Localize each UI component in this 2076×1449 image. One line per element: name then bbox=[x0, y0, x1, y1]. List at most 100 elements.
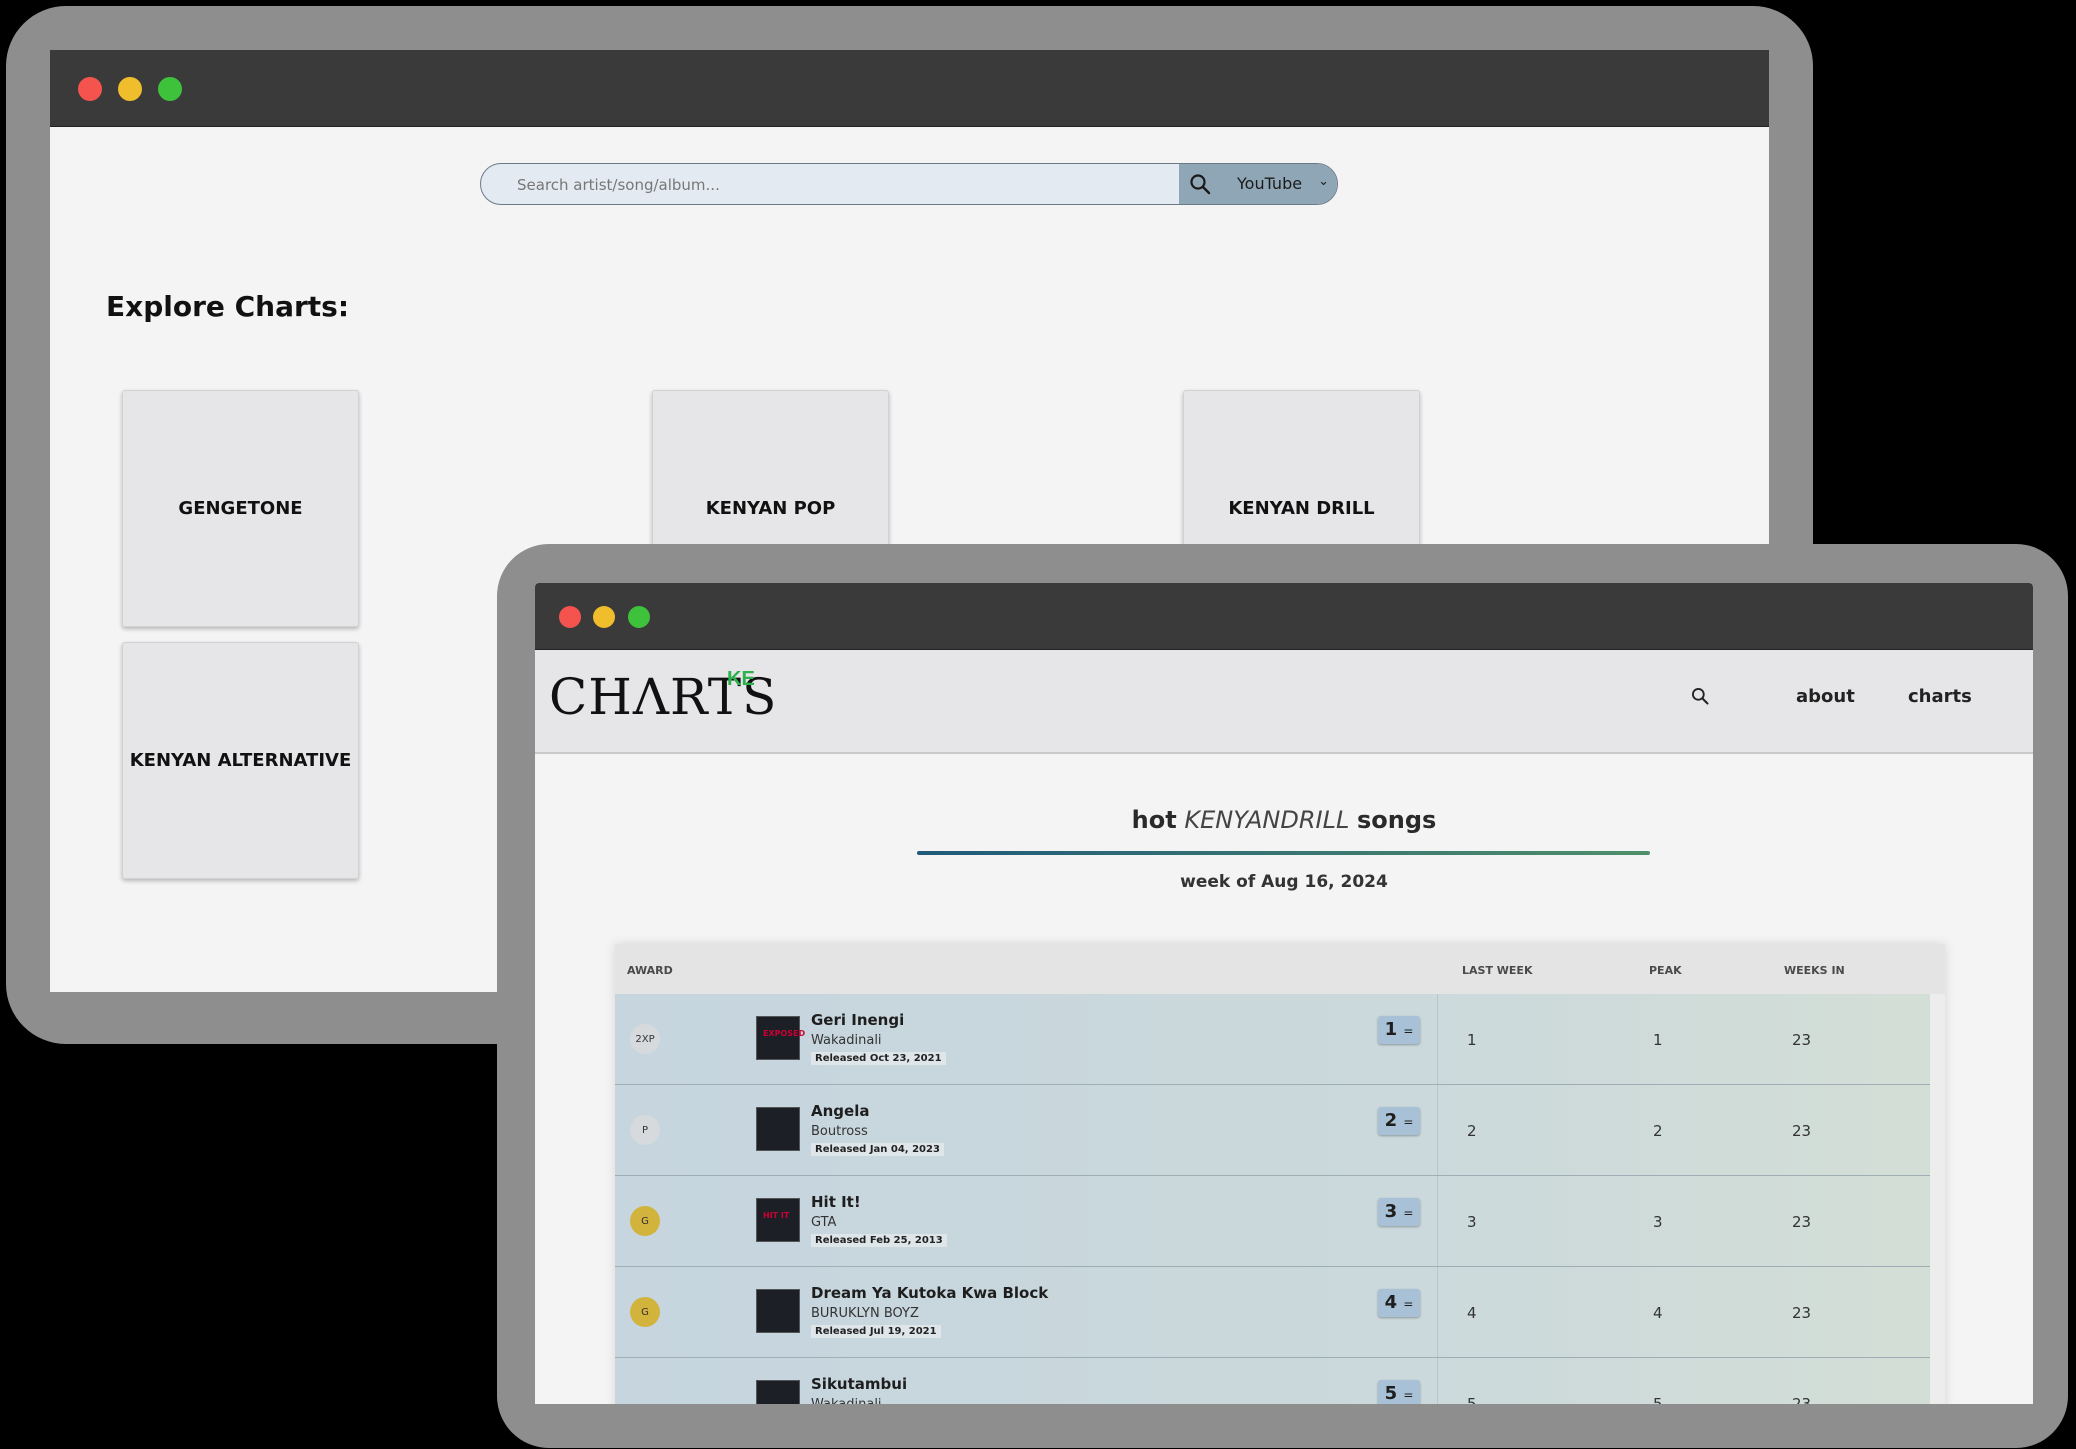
table-row[interactable]: P Angela Boutross Released Jan 04, 2023 2 = 2… bbox=[615, 1085, 1930, 1176]
chart-table: AWARD LAST WEEK PEAK WEEKS IN 2XP EXPOSED… bbox=[615, 944, 1945, 1404]
song-artist[interactable]: BURUKLYN BOYZ bbox=[811, 1306, 919, 1321]
award-badge bbox=[630, 1388, 660, 1404]
song-artist[interactable]: GTA bbox=[811, 1215, 836, 1230]
search-controls: YouTube ⌄ bbox=[1179, 164, 1337, 204]
release-date: Released Feb 25, 2013 bbox=[811, 1234, 947, 1247]
peak-value: 3 bbox=[1653, 1213, 1663, 1231]
close-button[interactable] bbox=[559, 606, 581, 628]
nav-charts[interactable]: charts bbox=[1908, 686, 1972, 707]
last-week-value: 1 bbox=[1467, 1031, 1477, 1049]
column-divider bbox=[1437, 1358, 1438, 1404]
search-icon[interactable] bbox=[1690, 686, 1710, 706]
album-cover[interactable]: HIT IT bbox=[756, 1198, 800, 1242]
chart-card-kenyan-alternative[interactable]: KENYAN ALTERNATIVE bbox=[122, 642, 359, 879]
header-peak: PEAK bbox=[1649, 964, 1682, 977]
release-date: Released Jul 19, 2021 bbox=[811, 1325, 941, 1338]
column-divider bbox=[1437, 1176, 1438, 1266]
chart-week: week of Aug 16, 2024 bbox=[1180, 872, 1388, 892]
site-navbar: CHΛRTS KE about charts bbox=[535, 650, 2033, 754]
award-badge: G bbox=[630, 1297, 660, 1327]
column-divider bbox=[1437, 994, 1438, 1084]
rank-number: 3 bbox=[1384, 1201, 1398, 1222]
rank-badge: 3 = bbox=[1378, 1198, 1420, 1226]
weeks-in-value: 23 bbox=[1792, 1122, 1812, 1140]
last-week-value: 5 bbox=[1467, 1395, 1477, 1404]
maximize-button[interactable] bbox=[628, 606, 650, 628]
cover-text: EXPOSED bbox=[763, 1029, 806, 1038]
award-badge: 2XP bbox=[630, 1024, 660, 1054]
rank-move: = bbox=[1403, 1024, 1414, 1038]
song-title[interactable]: Angela bbox=[811, 1102, 869, 1120]
rank-number: 5 bbox=[1384, 1383, 1398, 1404]
song-title[interactable]: Geri Inengi bbox=[811, 1011, 904, 1029]
peak-value: 5 bbox=[1653, 1395, 1663, 1404]
release-date: Released Oct 23, 2021 bbox=[811, 1052, 946, 1065]
minimize-button[interactable] bbox=[593, 606, 615, 628]
chart-card-gengetone[interactable]: GENGETONE bbox=[122, 390, 359, 627]
rank-move: = bbox=[1403, 1115, 1414, 1129]
logo-superscript: KE bbox=[727, 668, 755, 690]
release-date: Released Jan 04, 2023 bbox=[811, 1143, 944, 1156]
album-cover[interactable] bbox=[756, 1289, 800, 1333]
award-badge: G bbox=[630, 1206, 660, 1236]
song-title[interactable]: Dream Ya Kutoka Kwa Block bbox=[811, 1284, 1048, 1302]
close-button[interactable] bbox=[78, 77, 102, 101]
cover-text: HIT IT bbox=[763, 1211, 790, 1220]
chart-page: hot KENYANDRILL songs week of Aug 16, 20… bbox=[535, 754, 2033, 1404]
song-artist[interactable]: Wakadinali bbox=[811, 1397, 882, 1404]
album-cover[interactable] bbox=[756, 1380, 800, 1404]
rank-badge: 5 = bbox=[1378, 1380, 1420, 1404]
song-artist[interactable]: Wakadinali bbox=[811, 1033, 882, 1048]
peak-value: 2 bbox=[1653, 1122, 1663, 1140]
table-row[interactable]: 2XP EXPOSED Geri Inengi Wakadinali Released … bbox=[615, 994, 1930, 1085]
chevron-down-icon[interactable]: ⌄ bbox=[1318, 174, 1329, 189]
column-divider bbox=[1437, 1267, 1438, 1357]
heading-prefix: hot bbox=[1131, 806, 1177, 834]
header-last-week: LAST WEEK bbox=[1462, 964, 1533, 977]
page-title: hot KENYANDRILL songs bbox=[535, 806, 2033, 834]
weeks-in-value: 23 bbox=[1792, 1304, 1812, 1322]
charts-ke-logo[interactable]: CHΛRTS KE bbox=[549, 668, 777, 726]
column-divider bbox=[1437, 1085, 1438, 1175]
back-window-titlebar bbox=[50, 50, 1769, 127]
search-icon[interactable] bbox=[1187, 172, 1213, 196]
front-window-titlebar bbox=[535, 583, 2033, 650]
last-week-value: 3 bbox=[1467, 1213, 1477, 1231]
peak-value: 1 bbox=[1653, 1031, 1663, 1049]
rank-badge: 4 = bbox=[1378, 1289, 1420, 1317]
rank-number: 1 bbox=[1384, 1019, 1398, 1040]
album-cover[interactable]: EXPOSED bbox=[756, 1016, 805, 1060]
heading-divider bbox=[917, 851, 1650, 855]
last-week-value: 4 bbox=[1467, 1304, 1477, 1322]
rank-move: = bbox=[1403, 1206, 1414, 1220]
rank-move: = bbox=[1403, 1388, 1414, 1402]
minimize-button[interactable] bbox=[118, 77, 142, 101]
platform-select[interactable]: YouTube bbox=[1237, 174, 1302, 193]
award-badge: P bbox=[630, 1115, 660, 1145]
maximize-button[interactable] bbox=[158, 77, 182, 101]
header-award: AWARD bbox=[627, 964, 673, 977]
rank-number: 2 bbox=[1384, 1110, 1398, 1131]
heading-suffix: songs bbox=[1357, 806, 1437, 834]
rank-badge: 1 = bbox=[1378, 1016, 1420, 1044]
table-row[interactable]: SikutambuiWakadinali5 =5523 bbox=[615, 1358, 1930, 1404]
song-artist[interactable]: Boutross bbox=[811, 1124, 868, 1139]
weeks-in-value: 23 bbox=[1792, 1031, 1812, 1049]
song-title[interactable]: Hit It! bbox=[811, 1193, 861, 1211]
rank-move: = bbox=[1403, 1297, 1414, 1311]
table-row[interactable]: G HIT IT Hit It! GTA Released Feb 25, 2013 3 … bbox=[615, 1176, 1930, 1267]
rank-badge: 2 = bbox=[1378, 1107, 1420, 1135]
weeks-in-value: 23 bbox=[1792, 1213, 1812, 1231]
search-input[interactable] bbox=[515, 164, 1239, 204]
nav-about[interactable]: about bbox=[1796, 686, 1855, 707]
last-week-value: 2 bbox=[1467, 1122, 1477, 1140]
table-row[interactable]: G Dream Ya Kutoka Kwa Block BURUKLYN BOYZ R… bbox=[615, 1267, 1930, 1358]
album-cover[interactable] bbox=[756, 1107, 800, 1151]
table-header: AWARD LAST WEEK PEAK WEEKS IN bbox=[615, 944, 1945, 994]
explore-title: Explore Charts: bbox=[106, 290, 350, 323]
song-title[interactable]: Sikutambui bbox=[811, 1375, 907, 1393]
header-weeks-in: WEEKS IN bbox=[1784, 964, 1845, 977]
front-browser-window: CHΛRTS KE about charts hot KENYANDRILL s… bbox=[535, 583, 2033, 1404]
weeks-in-value: 23 bbox=[1792, 1395, 1812, 1404]
heading-genre: KENYANDRILL bbox=[1184, 806, 1350, 834]
